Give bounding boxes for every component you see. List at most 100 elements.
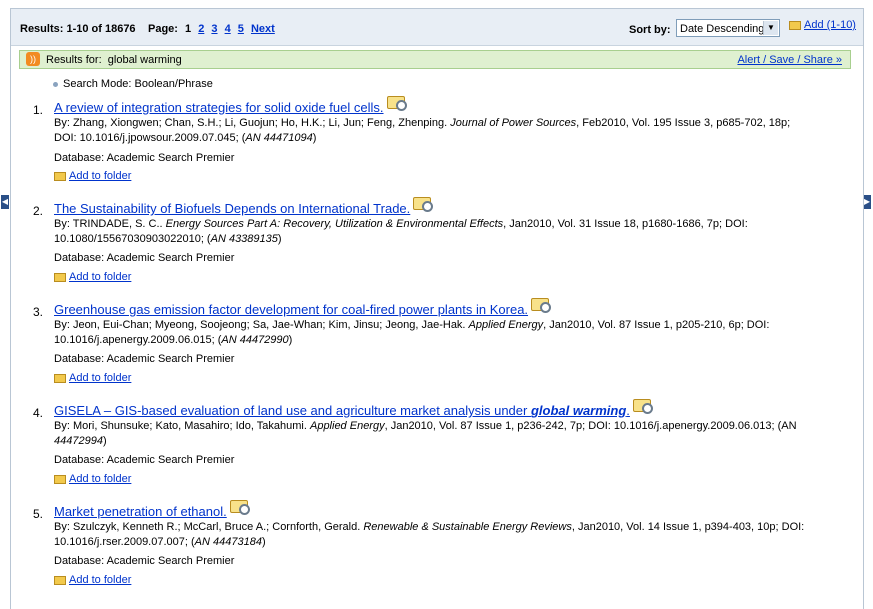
result-title-link[interactable]: A review of integration strategies for s…: [54, 96, 407, 115]
page-3-link[interactable]: 3: [211, 23, 217, 35]
left-nav-arrow-icon[interactable]: ◀: [1, 195, 9, 209]
result-title-link[interactable]: Market penetration of ethanol.: [54, 500, 250, 519]
citation-accession: AN 43389135: [210, 233, 278, 245]
citation-authors: By: Jeon, Eui-Chan; Myeong, Soojeong; Sa…: [54, 319, 469, 331]
sort-select[interactable]: Date Descending ▼: [676, 19, 780, 37]
citation-close: ): [312, 132, 317, 144]
citation-accession: 44472994: [54, 435, 103, 447]
citation-authors: By: Zhang, Xiongwen; Chan, S.H.; Li, Guo…: [54, 117, 451, 129]
results-for-text: Results for: global warming: [46, 54, 182, 66]
rss-icon[interactable]: )): [26, 52, 40, 66]
result-title-end: .: [626, 403, 630, 418]
alert-save-share-link[interactable]: Alert / Save / Share »: [737, 54, 842, 66]
result-number: 3.: [33, 305, 44, 319]
add-to-folder-label: Add to folder: [69, 271, 132, 283]
citation-doi: 10.1016/j.rser.2009.07.007; (: [54, 536, 195, 548]
citation-doi: 10.1016/j.apenergy.2009.06.015; (: [54, 334, 222, 346]
preview-magnifier-icon[interactable]: [531, 298, 552, 313]
result-title-link[interactable]: The Sustainability of Biofuels Depends o…: [54, 197, 434, 216]
add-to-folder-link[interactable]: Add to folder: [54, 170, 131, 182]
result-title-text: A review of integration strategies for s…: [54, 100, 384, 115]
result-number: 4.: [33, 406, 44, 420]
results-for-bar: )) Results for: global warming Alert / S…: [19, 50, 851, 69]
citation-details: , Jan2010, Vol. 87 Issue 1, p205-210, 6p…: [543, 319, 770, 331]
preview-magnifier-icon[interactable]: [632, 399, 653, 414]
result-title-link[interactable]: Greenhouse gas emission factor developme…: [54, 298, 552, 317]
folder-icon: [789, 20, 801, 30]
result-citation: By: Szulczyk, Kenneth R.; McCarl, Bruce …: [54, 520, 844, 550]
results-panel: Results: 1-10 of 18676 Page: 1 2 3 4 5 N…: [10, 8, 864, 609]
pagination: Page: 1 2 3 4 5 Next: [148, 23, 275, 35]
next-page-link[interactable]: Next: [251, 23, 275, 35]
result-title-text: GISELA – GIS-based evaluation of land us…: [54, 403, 531, 418]
citation-close: ): [288, 334, 293, 346]
add-to-folder-label: Add to folder: [69, 473, 132, 485]
result-title-highlight: global warming: [530, 403, 627, 418]
citation-doi: DOI: 10.1016/j.jpowsour.2009.07.045; (: [54, 132, 246, 144]
preview-magnifier-icon[interactable]: [229, 500, 250, 515]
result-citation: By: Mori, Shunsuke; Kato, Masahiro; Ido,…: [54, 419, 844, 449]
citation-accession: AN 44473184: [194, 536, 262, 548]
page-label: Page:: [148, 23, 178, 35]
result-database: Database: Academic Search Premier: [54, 152, 235, 164]
page-5-link[interactable]: 5: [238, 23, 244, 35]
result-database: Database: Academic Search Premier: [54, 252, 235, 264]
citation-close: ): [277, 233, 282, 245]
citation-authors: By: TRINDADE, S. C..: [54, 218, 166, 230]
folder-icon: [54, 272, 66, 282]
search-mode: Search Mode: Boolean/Phrase: [53, 78, 213, 90]
add-to-folder-label: Add to folder: [69, 372, 132, 384]
citation-journal: Journal of Power Sources: [450, 117, 577, 129]
citation-journal: Renewable & Sustainable Energy Reviews: [363, 521, 572, 533]
add-to-folder-link[interactable]: Add to folder: [54, 372, 131, 384]
citation-authors: By: Szulczyk, Kenneth R.; McCarl, Bruce …: [54, 521, 364, 533]
sort-select-value: Date Descending: [680, 23, 765, 35]
page-4-link[interactable]: 4: [225, 23, 231, 35]
right-nav-arrow-icon[interactable]: ▶: [863, 195, 871, 209]
citation-journal: Applied Energy: [468, 319, 544, 331]
result-citation: By: Zhang, Xiongwen; Chan, S.H.; Li, Guo…: [54, 116, 844, 146]
citation-close: ): [102, 435, 107, 447]
folder-icon: [54, 171, 66, 181]
citation-details: , Jan2010, Vol. 14 Issue 1, p394-403, 10…: [571, 521, 805, 533]
add-to-folder-link[interactable]: Add to folder: [54, 473, 131, 485]
result-database: Database: Academic Search Premier: [54, 454, 235, 466]
citation-authors: By: Mori, Shunsuke; Kato, Masahiro; Ido,…: [54, 420, 310, 432]
results-for-query: global warming: [107, 54, 182, 66]
result-number: 2.: [33, 204, 44, 218]
preview-magnifier-icon[interactable]: [386, 96, 407, 111]
citation-journal: Applied Energy: [309, 420, 385, 432]
folder-icon: [54, 575, 66, 585]
result-citation: By: Jeon, Eui-Chan; Myeong, Soojeong; Sa…: [54, 318, 844, 348]
add-to-folder-link[interactable]: Add to folder: [54, 271, 131, 283]
page-1-link[interactable]: 1: [185, 23, 191, 35]
result-title-text: Market penetration of ethanol.: [54, 504, 227, 519]
sort-label: Sort by:: [629, 24, 671, 36]
add-to-folder-label: Add to folder: [69, 170, 132, 182]
chevron-down-icon[interactable]: ▼: [763, 21, 778, 35]
result-title-link[interactable]: GISELA – GIS-based evaluation of land us…: [54, 399, 653, 418]
page-2-link[interactable]: 2: [198, 23, 204, 35]
result-database: Database: Academic Search Premier: [54, 353, 235, 365]
result-database: Database: Academic Search Premier: [54, 555, 235, 567]
result-citation: By: TRINDADE, S. C.. Energy Sources Part…: [54, 217, 844, 247]
folder-icon: [54, 373, 66, 383]
preview-magnifier-icon[interactable]: [413, 197, 434, 212]
add-all-to-folder-link[interactable]: Add (1-10): [789, 19, 856, 31]
result-number: 5.: [33, 507, 44, 521]
add-all-label: Add (1-10): [804, 19, 856, 31]
citation-close: ): [261, 536, 266, 548]
citation-doi: 10.1080/15567030903022010; (: [54, 233, 211, 245]
result-title-text: Greenhouse gas emission factor developme…: [54, 302, 529, 317]
result-number: 1.: [33, 103, 44, 117]
bullet-icon: [53, 81, 58, 87]
citation-details: , Jan2010, Vol. 87 Issue 1, p236-242, 7p…: [384, 420, 797, 432]
add-to-folder-link[interactable]: Add to folder: [54, 574, 131, 586]
citation-journal: Energy Sources Part A: Recovery, Utiliza…: [165, 218, 504, 230]
citation-accession: AN 44471094: [245, 132, 313, 144]
citation-details: , Jan2010, Vol. 31 Issue 18, p1680-1686,…: [503, 218, 748, 230]
results-for-label: Results for:: [46, 54, 102, 66]
citation-accession: AN 44472990: [221, 334, 289, 346]
search-mode-text: Search Mode: Boolean/Phrase: [63, 78, 213, 90]
results-toolbar: Results: 1-10 of 18676 Page: 1 2 3 4 5 N…: [11, 9, 863, 46]
